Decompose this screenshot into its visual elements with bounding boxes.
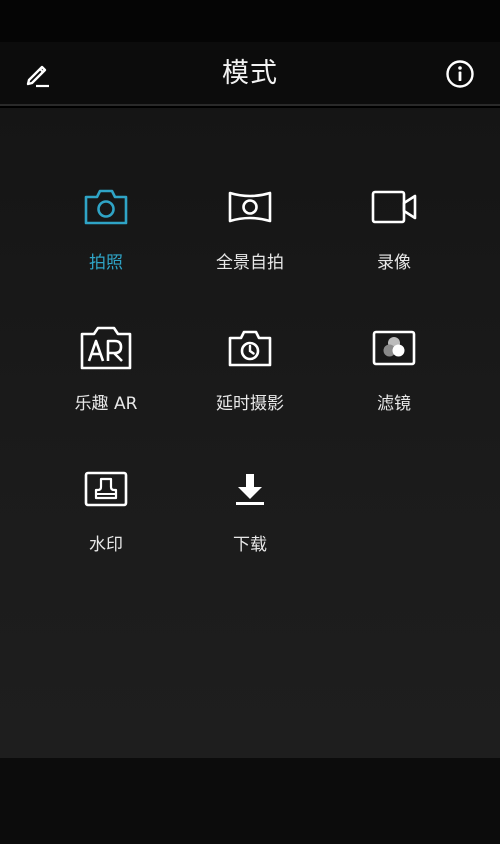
mode-label: 延时摄影 [216,394,284,414]
info-icon [446,60,474,88]
mode-grid: 拍照 全景自拍 录像 乐趣 AR 延时摄影 滤镜 水印 下载 [0,108,500,758]
timelapse-icon [228,330,272,367]
video-icon [371,190,417,224]
mode-label: 乐趣 AR [74,394,138,414]
mode-label: 下载 [233,535,267,555]
mode-watermark[interactable]: 水印 [34,464,178,584]
bottom-bar [0,758,500,844]
mode-filter[interactable]: 滤镜 [322,323,466,443]
mode-label: 水印 [89,535,123,555]
mode-label: 滤镜 [377,394,411,414]
mode-photo[interactable]: 拍照 [34,182,178,302]
filter-icon [372,330,416,366]
info-button[interactable] [440,54,480,94]
mode-download[interactable]: 下载 [178,464,322,584]
watermark-icon [84,471,128,507]
mode-label: 拍照 [89,253,123,273]
ar-icon [80,326,132,370]
panorama-icon [228,191,272,223]
mode-timelapse[interactable]: 延时摄影 [178,323,322,443]
mode-panorama-selfie[interactable]: 全景自拍 [178,182,322,302]
mode-label: 录像 [377,253,411,273]
download-icon [236,474,264,505]
mode-label: 全景自拍 [216,253,284,273]
header-bar: 模式 [0,42,500,106]
camera-icon [84,189,128,225]
page-title: 模式 [222,58,278,89]
status-bar [0,0,500,42]
mode-fun-ar[interactable]: 乐趣 AR [34,323,178,443]
camera-mode-screen: 模式 拍照 全景自拍 录像 乐趣 AR 延时摄影 滤镜 水印 下载 [0,0,500,844]
mode-video[interactable]: 录像 [322,182,466,302]
